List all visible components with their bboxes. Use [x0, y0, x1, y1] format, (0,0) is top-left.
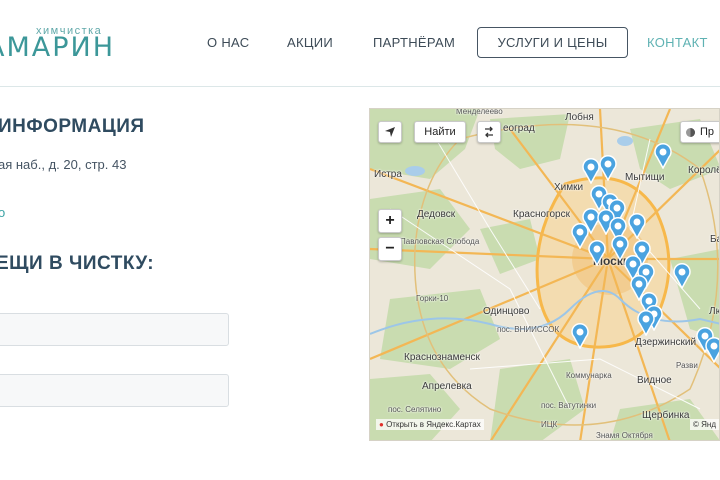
map-label-odintsovo: Одинцово [483, 306, 530, 317]
map-copyright: © Янд [690, 419, 719, 430]
placemark-pin[interactable] [653, 143, 673, 169]
order-title: ЕЩИ В ЧИСТКУ: [0, 253, 155, 274]
map-label-razvi: Разви [676, 361, 698, 370]
map-label-balash: Ба [710, 234, 719, 245]
map-label-dedovsk: Дедовск [417, 209, 456, 220]
map-label-vatutinki: пос. Ватутинки [541, 401, 597, 410]
geolocation-icon [385, 127, 395, 137]
map-label-shcherbinka: Щербинка [642, 410, 690, 421]
map-label-pavl-sloboda: Павловская Слобода [400, 237, 480, 246]
map-label-lyuberts: Любе [709, 306, 719, 317]
map-label-znamya: Знамя Октября [596, 431, 653, 440]
map-label-aprelevka: Апрелевка [422, 381, 472, 392]
open-in-yandex-link[interactable]: ● Открыть в Яндекс.Картах [376, 419, 484, 430]
phone-field[interactable] [0, 374, 229, 407]
map-label-dzerzhinsky: Дзержинский [635, 337, 697, 348]
placemark-pin[interactable] [672, 263, 692, 289]
map-label-lobnya: Лобня [565, 112, 594, 123]
find-button[interactable]: Найти [414, 121, 466, 143]
nav-services[interactable]: УСЛУГИ И ЦЕНЫ [477, 27, 628, 58]
placemark-pin[interactable] [598, 155, 618, 181]
map-label-selyatino: пос. Селятино [388, 405, 442, 414]
map-label-krasnoznamensk: Краснознаменск [404, 352, 480, 363]
map-label-vniissok: пос. ВНИИССОК [497, 325, 560, 334]
yandex-map[interactable]: Менделеево Лобня еоград Истра Химки Мыти… [369, 108, 720, 441]
placemark-pin[interactable] [627, 213, 647, 239]
geolocation-button[interactable] [378, 121, 402, 143]
nav-about[interactable]: О НАС [207, 35, 249, 50]
contact-link[interactable]: о [0, 205, 5, 220]
info-title: ИНФОРМАЦИЯ [0, 116, 145, 137]
layers-button[interactable]: Пр [680, 121, 719, 143]
map-label-zelenograd: еоград [503, 123, 535, 134]
map-label-krasnogorsk: Красногорск [513, 209, 570, 220]
layers-icon [686, 127, 695, 137]
nav-promotions[interactable]: АКЦИИ [287, 35, 333, 50]
address-text: ая наб., д. 20, стр. 43 [0, 157, 127, 172]
placemark-pin[interactable] [570, 323, 590, 349]
nav-contacts[interactable]: КОНТАКТ [647, 35, 708, 50]
yandex-pin-icon: ● [379, 420, 384, 429]
placemark-pin[interactable] [587, 240, 607, 266]
map-label-khimki: Химки [554, 182, 584, 193]
route-icon [485, 126, 493, 138]
map-label-mendeleevo: Менделеево [456, 108, 503, 116]
open-in-yandex-label: Открыть в Яндекс.Картах [386, 420, 481, 429]
route-button[interactable] [477, 121, 501, 143]
zoom-out-button[interactable]: − [378, 237, 402, 261]
layers-button-label: Пр [700, 126, 715, 138]
map-label-vidnoe: Видное [637, 375, 672, 386]
nav-partners[interactable]: ПАРТНЁРАМ [373, 35, 455, 50]
map-label-korolev: Королё [688, 165, 720, 176]
name-field[interactable] [0, 313, 229, 346]
header-divider [0, 86, 720, 87]
map-label-istra: Истра [374, 169, 402, 180]
map-label-kommunarka: Коммунарка [566, 371, 612, 380]
map-label-mytishchi: Мытищи [625, 172, 665, 183]
map-label-gorki10: Горки-10 [416, 294, 449, 303]
placemark-pin[interactable] [636, 310, 656, 336]
zoom-in-button[interactable]: + [378, 209, 402, 233]
logo-title: АМАРИН [0, 32, 116, 63]
map-label-ikts: ИЦК [541, 420, 558, 429]
placemark-pin[interactable] [704, 337, 720, 363]
